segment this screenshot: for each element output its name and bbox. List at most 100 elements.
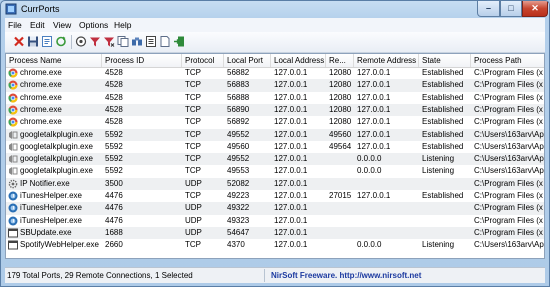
cell-local-port: 49323 bbox=[227, 215, 250, 225]
table-row[interactable]: iTunesHelper.exe 4476 TCP 49223 127.0.0.1 270… bbox=[6, 190, 544, 202]
nirsoft-link[interactable]: NirSoft Freeware. http://www.nirsoft.net bbox=[271, 271, 421, 280]
menu-file[interactable]: File bbox=[8, 20, 22, 30]
table-row[interactable]: googletalkplugin.exe 5592 TCP 49560 127.0.0.… bbox=[6, 141, 544, 153]
cell-local-address: 127.0.0.1 bbox=[274, 117, 308, 127]
table-row[interactable]: SpotifyWebHelper.exe 2660 TCP 4370 127.0.0.1… bbox=[6, 239, 544, 251]
document-icon[interactable] bbox=[159, 35, 171, 48]
table-row[interactable]: chrome.exe 4528 TCP 56882 127.0.0.1 12080 127.… bbox=[6, 67, 544, 79]
cell-protocol: TCP bbox=[185, 104, 201, 114]
column-remote-address[interactable]: Remote Address bbox=[354, 54, 419, 67]
table-row[interactable]: chrome.exe 4528 TCP 56892 127.0.0.1 12080 127.… bbox=[6, 116, 544, 128]
cell-process-path: C:\Program Files (x bbox=[474, 80, 543, 90]
cell-process-name-container: SpotifyWebHelper.exe bbox=[6, 239, 102, 251]
cell-state: Established bbox=[422, 191, 464, 200]
cell-remote-address: 127.0.0.1 bbox=[357, 68, 391, 77]
maximize-button[interactable]: □ bbox=[500, 1, 522, 17]
filter-icon[interactable] bbox=[89, 35, 101, 48]
close-button[interactable]: ✕ bbox=[522, 1, 548, 17]
column-process-path[interactable]: Process Path bbox=[471, 54, 544, 67]
cell-remote-port: 27015 bbox=[329, 191, 352, 200]
table-row[interactable]: iTunesHelper.exe 4476 UDP 49322 127.0.0.1 C:\… bbox=[6, 202, 544, 215]
cell-local-port: 49553 bbox=[227, 166, 250, 176]
menu-help[interactable]: Help bbox=[114, 20, 131, 30]
menu-view[interactable]: View bbox=[53, 20, 71, 30]
cell-local-address: 127.0.0.1 bbox=[274, 203, 308, 213]
table-row[interactable]: googletalkplugin.exe 5592 TCP 49552 127.0.0.… bbox=[6, 128, 544, 141]
cell-remote-port bbox=[326, 227, 354, 239]
cell-remote-port: 49560 bbox=[329, 129, 352, 139]
column-protocol[interactable]: Protocol bbox=[182, 54, 224, 67]
cell-state: Established bbox=[422, 117, 464, 127]
cell-protocol: TCP bbox=[185, 92, 201, 102]
cell-process-name-container: googletalkplugin.exe bbox=[6, 153, 102, 165]
column-local-port[interactable]: Local Port bbox=[224, 54, 271, 67]
cell-process-id: 4476 bbox=[105, 191, 123, 200]
cell-process-name: googletalkplugin.exe bbox=[20, 141, 93, 151]
find-icon[interactable] bbox=[131, 35, 143, 48]
cell-process-name-container: googletalkplugin.exe bbox=[6, 129, 102, 141]
cell-state bbox=[419, 178, 471, 190]
cell-process-name: chrome.exe bbox=[20, 92, 62, 102]
table-row[interactable]: googletalkplugin.exe 5592 TCP 49552 127.0.0.… bbox=[6, 153, 544, 166]
exit-icon[interactable] bbox=[173, 35, 185, 48]
itunes-icon bbox=[8, 216, 18, 226]
menu-edit[interactable]: Edit bbox=[30, 20, 45, 30]
table-row[interactable]: chrome.exe 4528 TCP 56890 127.0.0.1 12080 127.… bbox=[6, 103, 544, 117]
cell-process-path: C:\Program Files (x bbox=[474, 191, 543, 200]
cell-process-name: iTunesHelper.exe bbox=[20, 191, 82, 200]
cell-remote-port: 12080 bbox=[329, 104, 352, 114]
cell-protocol: UDP bbox=[185, 178, 202, 188]
column-remote-port[interactable]: Re... bbox=[326, 54, 354, 67]
column-state[interactable]: State bbox=[419, 54, 471, 67]
title-bar[interactable]: CurrPorts – □ ✕ bbox=[1, 1, 549, 17]
currports-app-icon bbox=[5, 3, 17, 15]
cell-process-path: C:\Users\163arv\Ap bbox=[474, 154, 544, 164]
cell-process-name-container: iTunesHelper.exe bbox=[6, 202, 102, 214]
cell-protocol: UDP bbox=[185, 227, 202, 237]
properties-icon[interactable] bbox=[41, 35, 53, 48]
cell-remote-port: 12080 bbox=[329, 92, 352, 102]
kill-process-icon[interactable] bbox=[75, 35, 87, 48]
html-report-icon[interactable] bbox=[145, 35, 157, 48]
cell-local-port: 49560 bbox=[227, 141, 250, 151]
cell-remote-port bbox=[326, 239, 354, 251]
cell-process-name-container: chrome.exe bbox=[6, 79, 102, 91]
cell-state: Established bbox=[422, 129, 464, 139]
copy-icon[interactable] bbox=[117, 35, 129, 48]
cell-protocol: TCP bbox=[185, 141, 201, 151]
status-divider bbox=[264, 269, 265, 282]
talk-icon bbox=[9, 130, 18, 139]
cell-process-id: 2660 bbox=[105, 240, 123, 250]
close-connections-icon[interactable] bbox=[13, 35, 25, 48]
cell-local-port: 49322 bbox=[227, 203, 250, 213]
table-row[interactable]: googletalkplugin.exe 5592 TCP 49553 127.0.0.… bbox=[6, 165, 544, 177]
cell-process-id: 3500 bbox=[105, 178, 123, 188]
cell-process-name: SpotifyWebHelper.exe bbox=[20, 240, 100, 250]
cell-process-name-container: chrome.exe bbox=[6, 67, 102, 79]
cell-state: Established bbox=[422, 92, 464, 102]
cell-process-id: 4476 bbox=[105, 203, 123, 213]
cell-process-path: C:\Users\163arv\Ap bbox=[474, 141, 544, 151]
table-row[interactable]: IP Notifier.exe 3500 UDP 52082 127.0.0.1 C:\P… bbox=[6, 177, 544, 190]
cell-process-name: googletalkplugin.exe bbox=[20, 166, 93, 176]
refresh-icon[interactable] bbox=[55, 35, 67, 48]
menu-options[interactable]: Options bbox=[79, 20, 108, 30]
cell-state: Established bbox=[422, 141, 464, 151]
column-local-address[interactable]: Local Address bbox=[271, 54, 326, 67]
cell-state bbox=[419, 215, 471, 227]
table-row[interactable]: chrome.exe 4528 TCP 56883 127.0.0.1 12080 127.… bbox=[6, 79, 544, 92]
column-process-name[interactable]: Process Name bbox=[6, 54, 102, 67]
table-row[interactable]: iTunesHelper.exe 4476 UDP 49323 127.0.0.1 C:\… bbox=[6, 215, 544, 227]
column-process-id[interactable]: Process ID bbox=[102, 54, 182, 67]
save-icon[interactable] bbox=[27, 35, 39, 48]
cell-process-path: C:\Program Files (x bbox=[474, 215, 543, 225]
cell-protocol: UDP bbox=[185, 203, 202, 213]
table-row[interactable]: SBUpdate.exe 1688 UDP 54647 127.0.0.1 C:\Prog… bbox=[6, 226, 544, 240]
menu-bar: File Edit View Options Help bbox=[5, 18, 545, 32]
cell-protocol: TCP bbox=[185, 117, 201, 127]
minimize-button[interactable]: – bbox=[477, 1, 500, 17]
cell-local-address: 127.0.0.1 bbox=[274, 166, 308, 176]
filter-remove-icon[interactable] bbox=[103, 35, 115, 48]
cell-state: Listening bbox=[422, 240, 455, 250]
table-row[interactable]: chrome.exe 4528 TCP 56888 127.0.0.1 12080 127.… bbox=[6, 92, 544, 104]
